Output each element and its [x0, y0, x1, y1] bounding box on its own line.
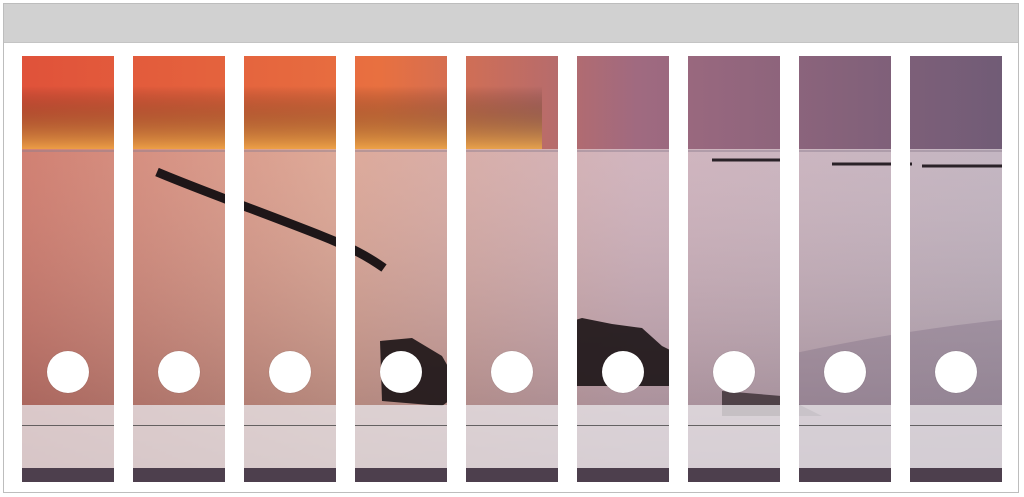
spine-bottom-strip: [577, 468, 669, 482]
spine-label-field[interactable]: [133, 405, 225, 468]
binder-hole: [713, 351, 755, 393]
spine-label-7: [688, 56, 780, 482]
spine-label-field[interactable]: [577, 405, 669, 468]
spine-label-1: [22, 56, 114, 482]
spine-label-9: [910, 56, 1002, 482]
binder-hole: [269, 351, 311, 393]
label-guide-line: [688, 425, 780, 426]
spine-bottom-strip: [688, 468, 780, 482]
spine-bottom-strip: [799, 468, 891, 482]
label-guide-line: [133, 425, 225, 426]
spine-label-field[interactable]: [466, 405, 558, 468]
spine-label-4: [355, 56, 447, 482]
binder-hole: [824, 351, 866, 393]
binder-hole: [380, 351, 422, 393]
spine-bottom-strip: [355, 468, 447, 482]
spine-bottom-strip: [244, 468, 336, 482]
spine-bottom-strip: [22, 468, 114, 482]
label-guide-line: [799, 425, 891, 426]
spine-label-field[interactable]: [244, 405, 336, 468]
spine-label-field[interactable]: [688, 405, 780, 468]
spine-label-field[interactable]: [799, 405, 891, 468]
spine-label-field[interactable]: [910, 405, 1002, 468]
label-guide-line: [910, 425, 1002, 426]
spine-label-3: [244, 56, 336, 482]
spine-label-field[interactable]: [22, 405, 114, 468]
spine-bottom-strip: [133, 468, 225, 482]
label-guide-line: [355, 425, 447, 426]
binder-hole: [47, 351, 89, 393]
label-guide-line: [244, 425, 336, 426]
binder-hole: [935, 351, 977, 393]
spine-bottom-strip: [910, 468, 1002, 482]
spine-label-2: [133, 56, 225, 482]
label-guide-line: [577, 425, 669, 426]
spine-label-5: [466, 56, 558, 482]
spine-labels-container: [0, 0, 1024, 497]
spine-label-8: [799, 56, 891, 482]
spine-label-field[interactable]: [355, 405, 447, 468]
label-guide-line: [22, 425, 114, 426]
label-guide-line: [466, 425, 558, 426]
spine-label-6: [577, 56, 669, 482]
binder-hole: [602, 351, 644, 393]
binder-hole: [491, 351, 533, 393]
spine-bottom-strip: [466, 468, 558, 482]
binder-hole: [158, 351, 200, 393]
